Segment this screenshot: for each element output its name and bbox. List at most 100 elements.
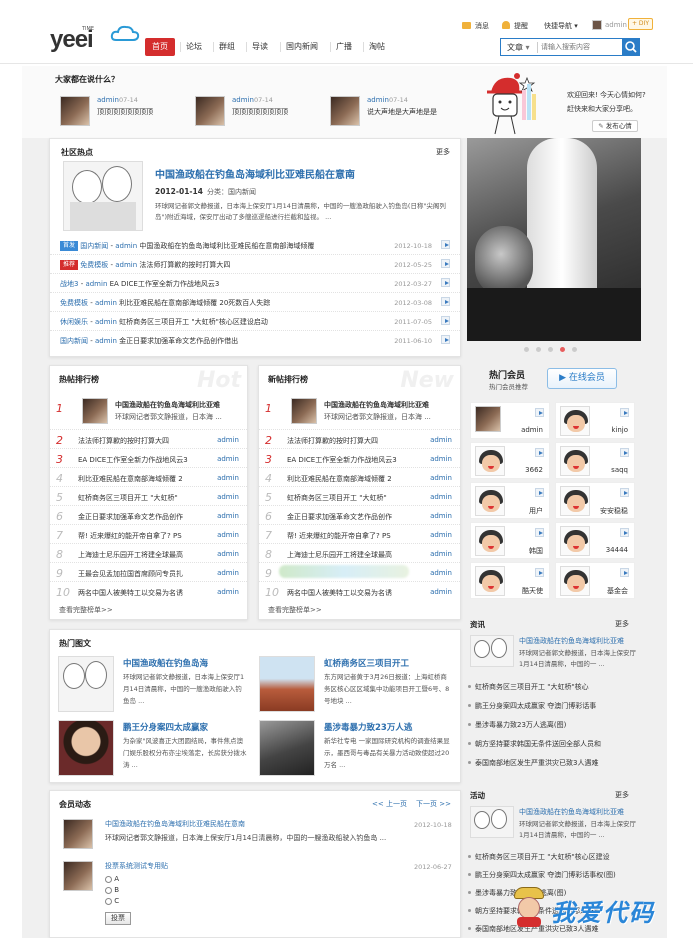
member-card[interactable]: kinjo bbox=[555, 402, 635, 439]
play-icon[interactable] bbox=[441, 297, 450, 306]
rank-row[interactable]: 8 上海迪士尼乐园开工将建全球最高 admin bbox=[50, 544, 247, 563]
member-avatar[interactable] bbox=[475, 446, 505, 476]
rank-row[interactable]: 10 两名中国人被美特工以交易为名诱 admin bbox=[259, 582, 460, 601]
nav-tab-news[interactable]: 国内新闻 bbox=[286, 41, 318, 52]
pic-thumb-4[interactable] bbox=[259, 720, 315, 776]
events-list-item[interactable]: 虹桥商务区三项目开工 "大虹桥"核心区建设 bbox=[467, 850, 627, 863]
slide-dot-active[interactable] bbox=[560, 347, 565, 352]
rank-row[interactable]: 8 上海迪士尼乐园开工将建全球最高 admin bbox=[259, 544, 460, 563]
rank-new-more[interactable]: 查看完整榜单>> bbox=[268, 605, 322, 615]
play-icon[interactable] bbox=[535, 528, 544, 537]
user-link[interactable]: admin bbox=[605, 21, 627, 29]
slide-dot[interactable] bbox=[536, 347, 541, 352]
rank-row[interactable]: 4 利比亚难民船在意南部海域倾覆 2 admin bbox=[259, 468, 460, 487]
nav-tab-forum[interactable]: 论坛 bbox=[186, 41, 202, 52]
member-name[interactable]: 酷天使 bbox=[522, 586, 543, 596]
nav-tab-guide[interactable]: 导读 bbox=[252, 41, 268, 52]
rank-row[interactable]: 5 虹桥商务区三项目开工 "大虹桥" admin bbox=[259, 487, 460, 506]
messages-link[interactable]: 消息 bbox=[475, 21, 489, 31]
rank-row[interactable]: 3 EA DICE工作室全新力作战地风云3 admin bbox=[259, 449, 460, 468]
slide-dot[interactable] bbox=[524, 347, 529, 352]
search-button[interactable] bbox=[622, 38, 640, 56]
member-card[interactable]: admin bbox=[470, 402, 550, 439]
rank-row[interactable]: 6 金正日要求加强革命文艺作品创作 admin bbox=[259, 506, 460, 525]
hot-list-row[interactable]: 战地3 - admin EA DICE工作室全新力作战地风云3 2012-03-… bbox=[50, 274, 460, 293]
search-type-select[interactable]: 文章 ▾ bbox=[507, 42, 530, 53]
events-more[interactable]: 更多 bbox=[615, 790, 629, 800]
play-icon[interactable] bbox=[441, 316, 450, 325]
poll-option-a[interactable]: A bbox=[105, 875, 119, 883]
news-more[interactable]: 更多 bbox=[615, 619, 629, 629]
play-icon[interactable] bbox=[620, 528, 629, 537]
member-name[interactable]: 基金会 bbox=[607, 586, 628, 596]
hot-more-link[interactable]: 更多 bbox=[436, 147, 450, 157]
talk-avatar-3[interactable] bbox=[330, 96, 360, 126]
pic-thumb-3[interactable] bbox=[58, 720, 114, 776]
hot-list-row[interactable]: 国内新闻 - admin 金正日要求加强革命文艺作品创作借出 2011-06-1… bbox=[50, 331, 460, 350]
reminders-link[interactable]: 提醒 bbox=[514, 21, 528, 31]
search-input[interactable] bbox=[541, 41, 619, 53]
user-avatar[interactable] bbox=[592, 20, 602, 30]
rank-top-title[interactable]: 中国渔政船在钓鱼岛海域利比亚难 bbox=[115, 400, 245, 410]
member-avatar[interactable] bbox=[475, 566, 505, 596]
play-icon[interactable] bbox=[535, 568, 544, 577]
online-members-button[interactable]: ▶ 在线会员 bbox=[547, 368, 617, 389]
events-feature-title[interactable]: 中国渔政船在钓鱼岛海域利比亚难 bbox=[519, 807, 637, 817]
play-icon[interactable] bbox=[441, 240, 450, 249]
member-avatar[interactable] bbox=[560, 526, 590, 556]
nav-tab-broadcast[interactable]: 广播 bbox=[336, 41, 352, 52]
member-card[interactable]: 酷天使 bbox=[470, 562, 550, 599]
events-list-item[interactable]: 鹏王分身案四太成赢家 夺澳门博彩话事权(图) bbox=[467, 868, 627, 881]
member-name[interactable]: 韩国 bbox=[529, 546, 543, 556]
rank-row[interactable]: 10 两名中国人被美特工以交易为名诱 admin bbox=[50, 582, 247, 601]
member-card[interactable]: saqq bbox=[555, 442, 635, 479]
radio-icon[interactable] bbox=[105, 897, 112, 905]
member-card[interactable]: 用户 bbox=[470, 482, 550, 519]
diy-button[interactable]: + DIY bbox=[628, 18, 653, 30]
prev-page-link[interactable]: << 上一页 bbox=[372, 799, 407, 809]
play-icon[interactable] bbox=[441, 259, 450, 268]
rank-row[interactable]: 3 EA DICE工作室全新力作战地风云3 admin bbox=[50, 449, 247, 468]
play-icon[interactable] bbox=[441, 278, 450, 287]
rank-row[interactable]: 9 admin bbox=[259, 563, 460, 582]
hot-list-row[interactable]: 推荐 免费模板 - admin 法法师打算歉的按时打算大四 2012-05-25 bbox=[50, 255, 460, 274]
talk-user-1[interactable]: admin bbox=[97, 96, 119, 104]
talk-avatar-1[interactable] bbox=[60, 96, 90, 126]
activity-item-title[interactable]: 中国渔政船在钓鱼岛海域利比亚难民船在意南 bbox=[105, 819, 365, 829]
slide-dot[interactable] bbox=[572, 347, 577, 352]
news-list-item[interactable]: 墨涉毒暴力致23万人逃离(图) bbox=[467, 718, 627, 731]
member-card[interactable]: 安安稳稳 bbox=[555, 482, 635, 519]
member-avatar[interactable] bbox=[475, 486, 505, 516]
member-avatar[interactable] bbox=[475, 406, 501, 432]
play-icon[interactable] bbox=[535, 408, 544, 417]
hot-feature-image[interactable] bbox=[63, 161, 143, 231]
member-card[interactable]: 基金会 bbox=[555, 562, 635, 599]
news-list-item[interactable]: 虹桥商务区三项目开工 "大虹桥"核心 bbox=[467, 680, 627, 693]
pic-thumb-2[interactable] bbox=[259, 656, 315, 712]
poll-title[interactable]: 投票系统测试专用贴 bbox=[105, 861, 168, 871]
talk-avatar-2[interactable] bbox=[195, 96, 225, 126]
member-avatar[interactable] bbox=[560, 486, 590, 516]
member-avatar[interactable] bbox=[475, 526, 505, 556]
rank-row[interactable]: 2 法法师打算歉的按时打算大四 admin bbox=[259, 430, 460, 449]
play-icon[interactable] bbox=[620, 408, 629, 417]
radio-icon[interactable] bbox=[105, 875, 112, 883]
slide-dot[interactable] bbox=[548, 347, 553, 352]
news-list-item[interactable]: 泰国南部地区发生严重洪灾已致3人遇难 bbox=[467, 756, 627, 769]
play-icon[interactable] bbox=[535, 488, 544, 497]
talk-user-3[interactable]: admin bbox=[367, 96, 389, 104]
play-icon[interactable] bbox=[620, 568, 629, 577]
site-logo[interactable]: yeei TIME bbox=[50, 25, 145, 54]
rank-row[interactable]: 9 王最会见孟加拉国首席顾问专员扎 admin bbox=[50, 563, 247, 582]
talk-user-2[interactable]: admin bbox=[232, 96, 254, 104]
events-feature-image[interactable] bbox=[470, 806, 514, 838]
member-avatar[interactable] bbox=[560, 406, 590, 436]
rank-row[interactable]: 6 金正日要求加强革命文艺作品创作 admin bbox=[50, 506, 247, 525]
member-card[interactable]: 34444 bbox=[555, 522, 635, 559]
rank-row[interactable]: 4 利比亚难民船在意南部海域倾覆 2 admin bbox=[50, 468, 247, 487]
nav-tab-group[interactable]: 群组 bbox=[219, 41, 235, 52]
hot-list-row[interactable]: 休闲娱乐 - admin 虹桥商务区三项目开工 "大虹桥"核心区建设启动 201… bbox=[50, 312, 460, 331]
rank-top-avatar[interactable] bbox=[291, 398, 317, 424]
hot-list-row[interactable]: 免费模板 - admin 利比亚难民船在意南部海域倾覆 20死数百人失踪 201… bbox=[50, 293, 460, 312]
news-feature-title[interactable]: 中国渔政船在钓鱼岛海域利比亚难 bbox=[519, 636, 637, 646]
